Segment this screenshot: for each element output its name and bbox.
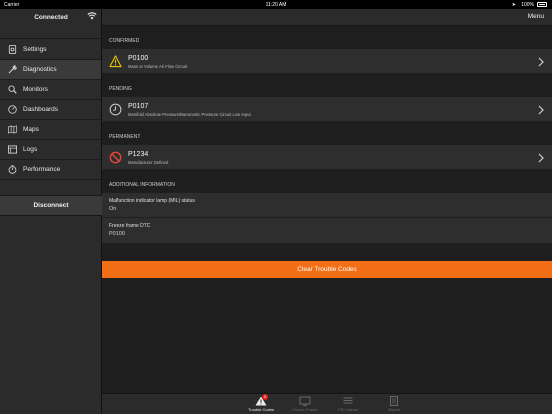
- dtc-description: Manifold Absolute Pressure/Barometric Pr…: [128, 112, 251, 117]
- diagnostics-icon: [8, 65, 17, 74]
- warning-icon: [109, 55, 122, 68]
- tab-pid-values[interactable]: PID Values: [328, 396, 368, 412]
- chevron-right-icon: [538, 105, 544, 115]
- dtc-code: P0100: [128, 55, 149, 62]
- prohibited-icon: [109, 151, 122, 164]
- performance-icon: [8, 165, 17, 174]
- clear-trouble-codes-button[interactable]: Clear Trouble Codes: [102, 261, 552, 278]
- dtc-description: Mass or Volume Air Flow Circuit: [128, 64, 188, 69]
- sidebar-item-label: Monitors: [23, 86, 48, 93]
- main-content: Menu CONFIRMED P0100 Mass or Volume Air …: [102, 9, 552, 414]
- settings-icon: [8, 45, 17, 54]
- freeze-frame-icon: [299, 396, 311, 406]
- trouble-codes-badge: 3: [262, 394, 268, 400]
- chevron-right-icon: [538, 57, 544, 67]
- menu-button[interactable]: Menu: [528, 13, 544, 20]
- status-bar: Carrier 11:20 AM ➤ 100%: [0, 0, 552, 9]
- pid-values-icon: [342, 396, 354, 406]
- tab-report[interactable]: Report: [374, 396, 414, 412]
- clock-label: 11:20 AM: [265, 1, 287, 8]
- sidebar-item-label: Maps: [23, 126, 39, 133]
- sidebar: Connected Settings Diagnostics Monitors: [0, 9, 102, 414]
- section-label-permanent: PERMANENT: [109, 134, 141, 140]
- sidebar-item-diagnostics[interactable]: Diagnostics: [0, 60, 101, 80]
- mil-status-value: On: [109, 206, 117, 212]
- dtc-description: Manufacturer Defined: [128, 160, 169, 165]
- mil-status-row: Malfunction indicator lamp (MIL) status …: [102, 192, 552, 218]
- sidebar-item-label: Logs: [23, 146, 38, 153]
- dtc-code: P0107: [128, 103, 149, 110]
- main-header: Menu: [102, 9, 552, 26]
- tab-label: Trouble Codes: [247, 407, 275, 412]
- clock-icon: [109, 103, 122, 116]
- freeze-frame-label: Freeze frame DTC: [109, 223, 151, 229]
- dtc-row-confirmed[interactable]: P0100 Mass or Volume Air Flow Circuit: [102, 48, 552, 74]
- dashboards-icon: [8, 105, 17, 114]
- sidebar-item-dashboards[interactable]: Dashboards: [0, 100, 101, 120]
- logs-icon: [8, 145, 17, 154]
- freeze-frame-row: Freeze frame DTC P0100: [102, 218, 552, 244]
- section-label-pending: PENDING: [109, 86, 132, 92]
- mil-status-label: Malfunction indicator lamp (MIL) status: [109, 198, 195, 204]
- wifi-icon: [87, 12, 97, 20]
- tab-label: PID Values: [338, 407, 358, 412]
- battery-icon: [537, 2, 547, 7]
- tab-bar: 3 Trouble Codes Freeze Frame PID Values …: [102, 393, 552, 414]
- dtc-row-permanent[interactable]: P1234 Manufacturer Defined: [102, 144, 552, 170]
- sidebar-item-performance[interactable]: Performance: [0, 160, 101, 180]
- maps-icon: [8, 125, 17, 134]
- sidebar-item-label: Dashboards: [23, 106, 59, 113]
- sidebar-item-monitors[interactable]: Monitors: [0, 80, 101, 100]
- sidebar-item-settings[interactable]: Settings: [0, 40, 101, 60]
- sidebar-item-maps[interactable]: Maps: [0, 120, 101, 140]
- chevron-right-icon: [538, 153, 544, 163]
- dtc-row-pending[interactable]: P0107 Manifold Absolute Pressure/Baromet…: [102, 96, 552, 122]
- sidebar-item-label: Diagnostics: [23, 66, 57, 73]
- monitors-icon: [8, 85, 17, 94]
- sidebar-nav: Settings Diagnostics Monitors Dashboards…: [0, 40, 101, 180]
- sidebar-header: Connected: [0, 9, 101, 39]
- sidebar-item-label: Performance: [23, 166, 61, 173]
- tab-trouble-codes[interactable]: 3 Trouble Codes: [241, 394, 281, 412]
- section-label-confirmed: CONFIRMED: [109, 38, 140, 44]
- warning-icon: 3: [255, 394, 268, 406]
- disconnect-button[interactable]: Disconnect: [0, 195, 102, 216]
- section-label-additional: ADDITIONAL INFORMATION: [109, 182, 175, 188]
- sidebar-item-label: Settings: [23, 46, 47, 53]
- battery-percent: 100%: [521, 1, 534, 8]
- dtc-code: P1234: [128, 151, 149, 158]
- tab-label: Freeze Frame: [292, 407, 318, 412]
- tab-freeze-frame[interactable]: Freeze Frame: [285, 396, 325, 412]
- report-icon: [388, 396, 400, 406]
- freeze-frame-value: P0100: [109, 231, 125, 237]
- location-icon: ➤: [511, 1, 516, 8]
- sidebar-item-logs[interactable]: Logs: [0, 140, 101, 160]
- tab-label: Report: [387, 407, 400, 412]
